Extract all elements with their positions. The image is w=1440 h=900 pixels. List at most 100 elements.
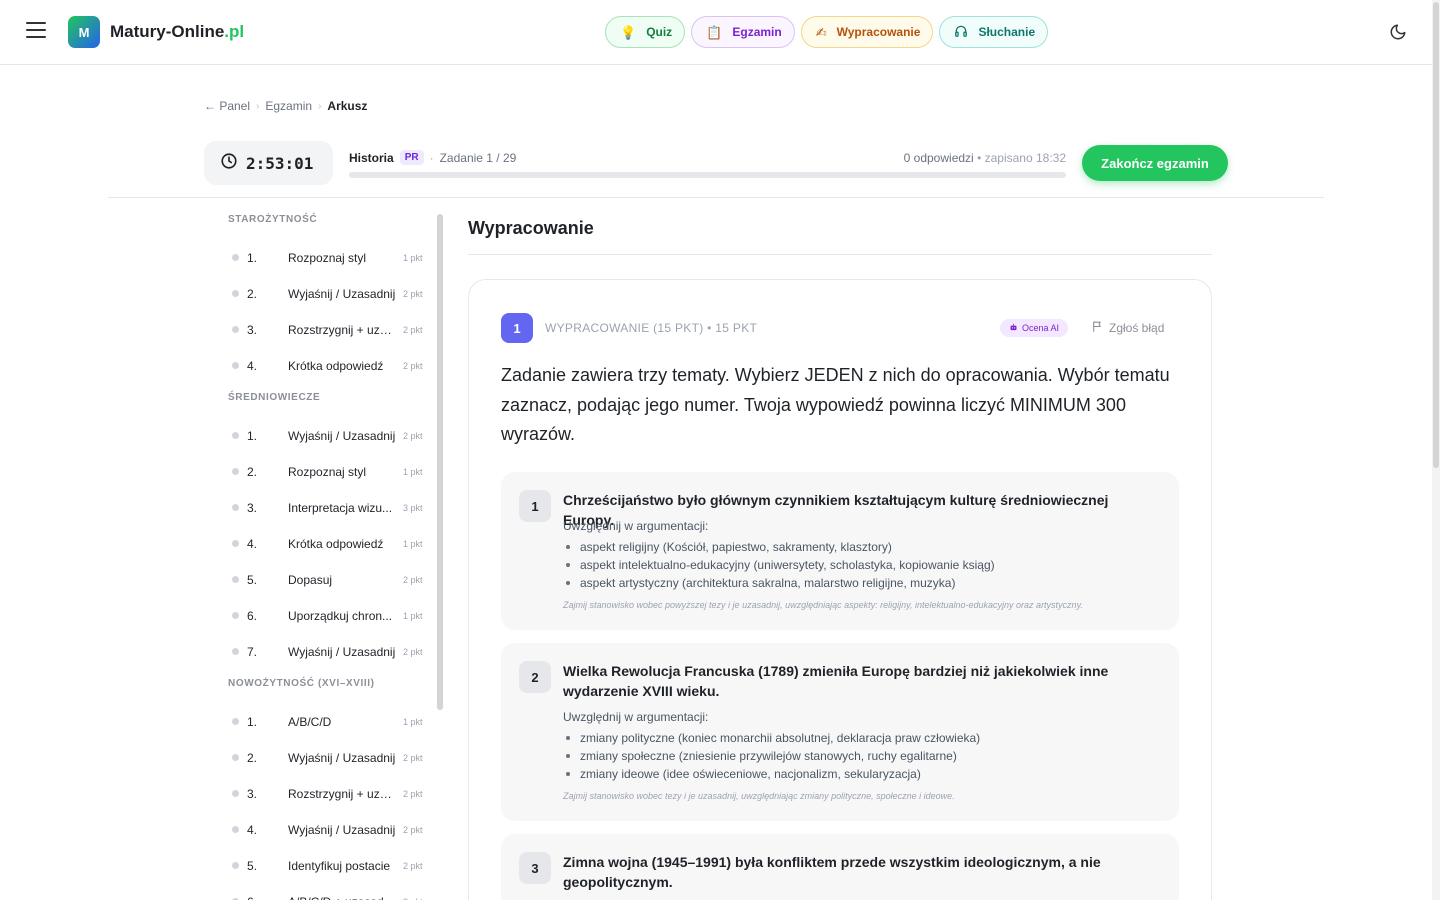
question-points: 1 pkt [403, 611, 423, 621]
sidebar-section: ŚREDNIOWIECZE 1. Wyjaśnij / Uzasadnij 2 pkt… [220, 392, 432, 670]
sidebar-question-item[interactable]: 4. Krótka odpowiedź 2 pkt [220, 348, 432, 384]
headphones-icon [954, 24, 968, 40]
sidebar-question-item[interactable]: 2. Rozpoznaj styl 1 pkt [220, 454, 432, 490]
topic-aspects-list: zmiany polityczne (koniec monarchii abso… [563, 729, 980, 783]
status-dot-icon [232, 826, 239, 833]
ai-grading-badge: Ocena AI [1000, 319, 1069, 337]
exam-subject: Historia PR · Zadanie 1 / 29 [349, 150, 517, 165]
status-dot-icon [232, 576, 239, 583]
breadcrumb: ← Panel › Egzamin › Arkusz [204, 99, 367, 113]
topic-number: 1 [519, 490, 551, 522]
breadcrumb-back-panel[interactable]: ← Panel [204, 99, 250, 113]
sidebar-question-item[interactable]: 2. Wyjaśnij / Uzasadnij 2 pkt [220, 276, 432, 312]
question-points: 1 pkt [403, 253, 423, 263]
status-dot-icon [232, 504, 239, 511]
sidebar-question-item[interactable]: 1. Wyjaśnij / Uzasadnij 2 pkt [220, 418, 432, 454]
clipboard-icon: 📋 [706, 24, 723, 40]
question-prompt: Zadanie zawiera trzy tematy. Wybierz JED… [501, 365, 1170, 444]
divider [108, 197, 1324, 198]
sidebar-question-item[interactable]: 3. Rozstrzygnij + uza... 2 pkt [220, 776, 432, 812]
question-label: Krótka odpowiedź [288, 537, 384, 551]
menu-icon[interactable] [26, 22, 46, 40]
breadcrumb-egzamin[interactable]: Egzamin [265, 99, 312, 113]
nav-wypracowanie-button[interactable]: ✍ Wypracowanie [800, 16, 934, 48]
question-label: Rozstrzygnij + uza... [288, 323, 396, 337]
status-dot-icon [232, 362, 239, 369]
topic-number: 2 [519, 661, 551, 693]
exam-timer: 2:53:01 [204, 141, 333, 185]
sidebar-question-item[interactable]: 2. Wyjaśnij / Uzasadnij 2 pkt [220, 740, 432, 776]
list-item: zmiany społeczne (zniesienie przywilejów… [563, 747, 980, 765]
topic-card-3[interactable]: 3 Zimna wojna (1945–1991) była konflikte… [501, 834, 1179, 900]
question-points: 2 pkt [403, 789, 423, 799]
sidebar-question-item[interactable]: 6.A/B/C/D + uzasad...2 pkt [220, 884, 432, 900]
topic-card-2[interactable]: 2 Wielka Rewolucja Francuska (1789) zmie… [501, 643, 1179, 821]
list-item: aspekt religijny (Kościół, papiestwo, sa… [563, 538, 995, 556]
question-points: 2 pkt [403, 753, 423, 763]
status-dot-icon [232, 754, 239, 761]
question-label: Rozpoznaj styl [288, 465, 367, 479]
sidebar-question-item[interactable]: 4. Wyjaśnij / Uzasadnij 2 pkt [220, 812, 432, 848]
question-number: 3. [247, 501, 258, 515]
dark-mode-moon-icon[interactable] [1389, 23, 1407, 41]
task-counter: Zadanie 1 / 29 [439, 150, 517, 165]
page-scrollbar[interactable] [1432, 0, 1440, 900]
sidebar-scrollbar[interactable] [437, 214, 443, 710]
question-number: 1. [247, 429, 258, 443]
nav-sluchanie-button[interactable]: Słuchanie [939, 16, 1049, 48]
question-label: Rozpoznaj styl [288, 251, 367, 265]
logo-text[interactable]: Matury-Online.pl [110, 22, 244, 42]
sidebar-question-item[interactable]: 4. Krótka odpowiedź 1 pkt [220, 526, 432, 562]
sidebar-question-item[interactable]: 7. Wyjaśnij / Uzasadnij 2 pkt [220, 634, 432, 670]
question-number: 6. [247, 609, 258, 623]
sidebar-question-item[interactable]: 3. Rozstrzygnij + uza... 2 pkt [220, 312, 432, 348]
sidebar-question-item[interactable]: 3. Interpretacja wizu... 3 pkt [220, 490, 432, 526]
main-nav: 💡 Quiz 📋 Egzamin ✍ Wypracowanie Słuchani… [605, 16, 1049, 48]
question-points: 1 pkt [403, 467, 423, 477]
topic-hint: Uwzględnij w argumentacji: [563, 710, 709, 724]
topic-number: 3 [519, 852, 551, 884]
sidebar-section-title: NOWOŻYTNOŚĆ (XVI–XVIII) [228, 678, 375, 689]
answers-status: 0 odpowiedzi • zapisano 18:32 [903, 151, 1066, 165]
question-label: A/B/C/D [288, 715, 332, 729]
question-points: 2 pkt [403, 861, 423, 871]
finish-exam-button[interactable]: Zakończ egzamin [1082, 145, 1228, 181]
question-number: 2. [247, 465, 258, 479]
question-number: 2. [247, 287, 258, 301]
question-points: 2 pkt [403, 575, 423, 585]
sidebar-question-item[interactable]: 1. A/B/C/D 1 pkt [220, 704, 432, 740]
nav-egzamin-button[interactable]: 📋 Egzamin [691, 16, 795, 48]
sidebar-question-item[interactable]: 1. Rozpoznaj styl 1 pkt [220, 240, 432, 276]
writing-hand-icon: ✍ [815, 24, 827, 40]
status-dot-icon [232, 432, 239, 439]
question-label: Identyfikuj postacie [288, 859, 391, 873]
question-label: Uporządkuj chron... [288, 609, 393, 623]
question-number: 5. [247, 859, 258, 873]
question-label: Dopasuj [288, 573, 333, 587]
list-item: zmiany polityczne (koniec monarchii abso… [563, 729, 980, 747]
status-dot-icon [232, 790, 239, 797]
list-item: aspekt intelektualno-edukacyjny (uniwers… [563, 556, 995, 574]
top-bar: M Matury-Online.pl 💡 Quiz 📋 Egzamin ✍ Wy… [0, 0, 1432, 65]
question-points: 1 pkt [403, 539, 423, 549]
topic-aspects-list: aspekt religijny (Kościół, papiestwo, sa… [563, 538, 995, 592]
question-number: 1. [247, 251, 258, 265]
question-number: 3. [247, 787, 258, 801]
report-error-button[interactable]: Zgłoś błąd [1091, 320, 1164, 336]
sidebar-section: STAROŻYTNOŚĆ 1. Rozpoznaj styl 1 pkt 2. Wyjaś… [220, 214, 432, 384]
status-dot-icon [232, 718, 239, 725]
question-meta: WYPRACOWANIE (15 PKT) • 15 PKT [545, 321, 758, 335]
question-label: Wyjaśnij / Uzasadnij [288, 645, 396, 659]
topic-card-1[interactable]: 1 Chrześcijaństwo było głównym czynnikie… [501, 472, 1179, 630]
status-dot-icon [232, 862, 239, 869]
logo-mark[interactable]: M [68, 16, 100, 48]
sidebar-question-item[interactable]: 6. Uporządkuj chron... 1 pkt [220, 598, 432, 634]
nav-quiz-button[interactable]: 💡 Quiz [605, 16, 686, 48]
chevron-right-icon: › [318, 100, 322, 112]
sidebar-question-item[interactable]: 5. Identyfikuj postacie 2 pkt [220, 848, 432, 884]
timer-value: 2:53:01 [246, 153, 314, 173]
question-label: Krótka odpowiedź [288, 359, 384, 373]
question-number: 7. [247, 645, 258, 659]
question-points: 2 pkt [403, 647, 423, 657]
sidebar-question-item[interactable]: 5. Dopasuj 2 pkt [220, 562, 432, 598]
